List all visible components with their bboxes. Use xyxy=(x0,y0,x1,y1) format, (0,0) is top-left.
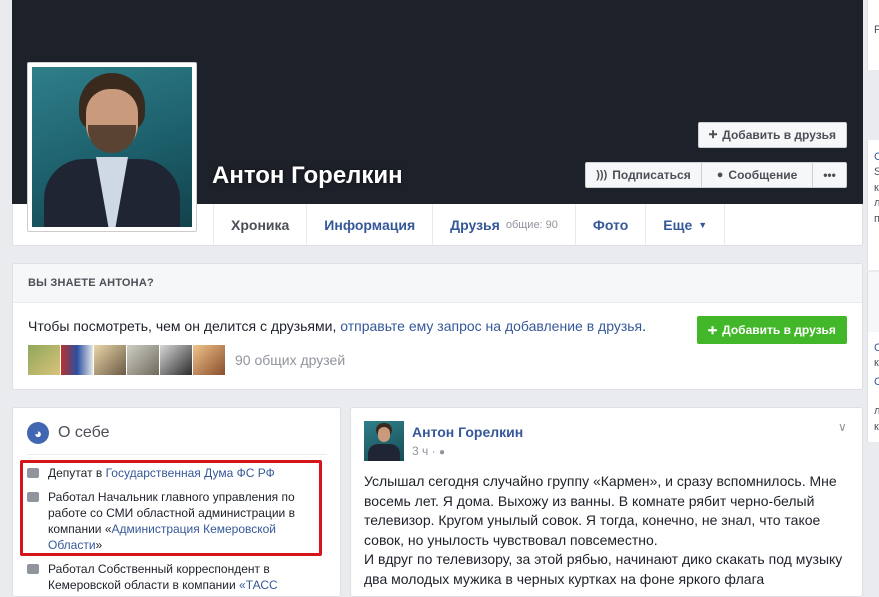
know-card-text: Чтобы посмотреть, чем он делится с друзь… xyxy=(28,318,646,334)
about-item: Работал Начальник главного управления по… xyxy=(27,489,317,553)
about-item-link[interactable]: «ТАСС xyxy=(239,578,278,592)
add-friend-green-button[interactable]: ➕︎ Добавить в друзья xyxy=(697,316,847,344)
post-paragraph: И вдруг по телевизору, за этой рябью, на… xyxy=(364,551,843,587)
about-item-text: Депутат в Государственная Дума ФС РФ xyxy=(48,465,275,481)
about-item-prefix: Депутат в xyxy=(48,466,106,480)
right-column-text: п xyxy=(874,213,879,225)
right-column-text: к xyxy=(874,357,879,369)
about-item: Работал Собственный корреспондент в Кеме… xyxy=(27,561,317,593)
chevron-down-icon[interactable]: ∨ xyxy=(838,420,847,434)
caret-down-icon: ▼ xyxy=(698,220,708,230)
globe-icon: ◕ xyxy=(27,422,49,444)
profile-picture[interactable] xyxy=(27,62,197,232)
right-column-text[interactable]: С xyxy=(874,151,879,163)
add-friend-button[interactable]: ➕︎ Добавить в друзья xyxy=(698,122,847,148)
post-timestamp[interactable]: 3 ч · ● xyxy=(412,444,445,458)
messenger-icon: ● xyxy=(716,169,724,181)
add-friend-icon: ➕︎ xyxy=(708,322,718,337)
mutual-friends-count[interactable]: 90 общих друзей xyxy=(235,352,345,368)
about-item-text: Работал Начальник главного управления по… xyxy=(48,489,317,553)
post-text: Услышал сегодня случайно группу «Кармен»… xyxy=(364,472,850,589)
post-author-avatar[interactable] xyxy=(364,421,404,461)
mutual-friends-thumbs xyxy=(28,345,225,375)
post-author-name[interactable]: Антон Горелкин xyxy=(412,424,523,440)
message-button[interactable]: ● Сообщение xyxy=(702,162,813,188)
about-item-link[interactable]: Государственная Дума ФС РФ xyxy=(106,466,275,480)
profile-tabs: Хроника Информация Друзья общие: 90 Фото … xyxy=(213,204,726,246)
tab-friends[interactable]: Друзья общие: 90 xyxy=(432,204,575,246)
send-request-link[interactable]: отправьте ему запрос на добавление в дру… xyxy=(340,318,642,334)
tab-label: Хроника xyxy=(231,217,290,233)
friend-thumbnail[interactable] xyxy=(160,345,192,375)
post-time-text: 3 ч · xyxy=(412,444,439,458)
right-column-text: S xyxy=(874,166,879,178)
tab-more[interactable]: Еще ▼ xyxy=(645,204,726,246)
friends-count: общие: 90 xyxy=(505,219,558,231)
subscribe-label: Подписаться xyxy=(612,168,691,182)
add-friend-label: Добавить в друзья xyxy=(722,128,837,142)
add-friend-green-label: Добавить в друзья xyxy=(722,323,836,337)
profile-name[interactable]: Антон Горелкин xyxy=(212,162,403,190)
briefcase-icon xyxy=(27,492,39,502)
tab-about[interactable]: Информация xyxy=(306,204,432,246)
tab-label: Информация xyxy=(324,217,416,233)
message-label: Сообщение xyxy=(728,168,798,182)
rss-icon: ))) xyxy=(596,169,608,181)
tab-label: Фото xyxy=(592,217,629,233)
about-item-text: Работал Собственный корреспондент в Кеме… xyxy=(48,561,317,593)
right-column-text: Р xyxy=(874,24,879,36)
profile-photo xyxy=(32,67,192,227)
post-paragraph: Услышал сегодня случайно группу «Кармен»… xyxy=(364,473,837,548)
right-column-text: к xyxy=(874,421,879,433)
friend-thumbnail[interactable] xyxy=(94,345,126,375)
about-title: О себе xyxy=(58,424,110,441)
right-column-text[interactable]: С xyxy=(874,342,879,354)
tab-timeline[interactable]: Хроника xyxy=(213,204,306,246)
divider xyxy=(27,454,327,455)
friend-thumbnail[interactable] xyxy=(61,345,93,375)
right-column-box xyxy=(867,272,879,332)
about-item-suffix: » xyxy=(95,538,103,552)
add-friend-icon: ➕︎ xyxy=(708,128,718,141)
know-card-title: ВЫ ЗНАЕТЕ АНТОНА? xyxy=(28,277,154,289)
profile-actions: ))) Подписаться ● Сообщение ••• xyxy=(585,162,847,188)
about-item-prefix: Работал Собственный корреспондент в Кеме… xyxy=(48,562,270,592)
friend-thumbnail[interactable] xyxy=(193,345,225,375)
friend-thumbnail[interactable] xyxy=(28,345,60,375)
about-item: Депутат в Государственная Дума ФС РФ xyxy=(27,465,317,481)
briefcase-icon xyxy=(27,468,39,478)
know-text-suffix: . xyxy=(642,318,647,334)
more-icon: ••• xyxy=(823,168,836,182)
globe-icon: ● xyxy=(438,447,445,458)
tab-label: Еще xyxy=(663,217,693,233)
subscribe-button[interactable]: ))) Подписаться xyxy=(585,162,702,188)
know-text-prefix: Чтобы посмотреть, чем он делится с друзь… xyxy=(28,318,341,334)
tab-label: Друзья xyxy=(450,217,500,233)
right-column-text[interactable]: С xyxy=(874,376,879,388)
more-options-button[interactable]: ••• xyxy=(813,162,847,188)
right-column-text: л xyxy=(874,197,879,209)
right-column-text: л xyxy=(874,405,879,417)
friend-thumbnail[interactable] xyxy=(127,345,159,375)
tab-photos[interactable]: Фото xyxy=(574,204,645,246)
right-column-text: к xyxy=(874,182,879,194)
briefcase-icon xyxy=(27,564,39,574)
